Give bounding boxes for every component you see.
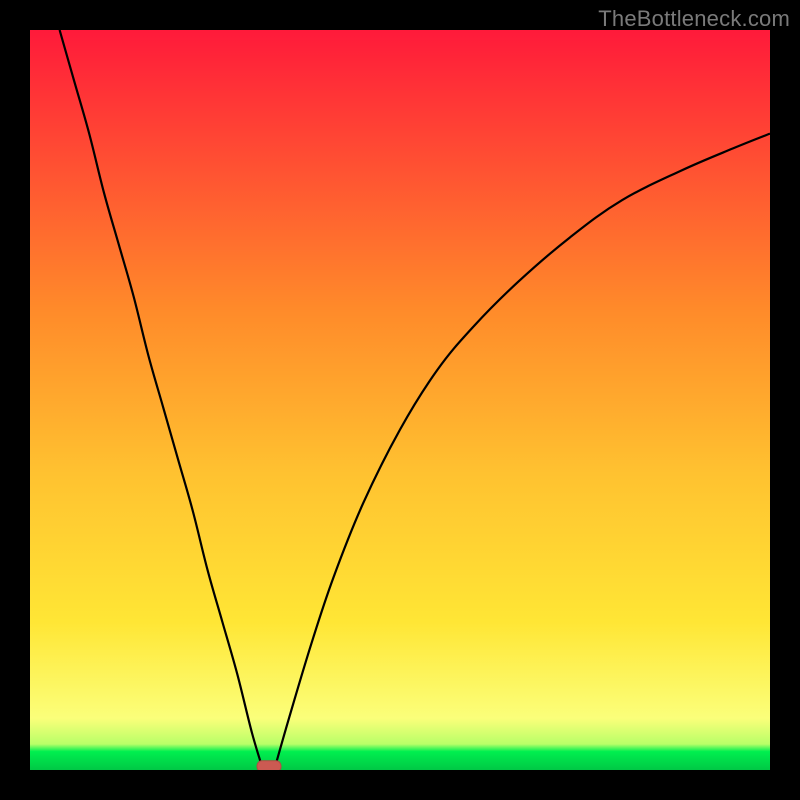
chart-svg: [30, 30, 770, 770]
chart-frame: TheBottleneck.com: [0, 0, 800, 800]
watermark-text: TheBottleneck.com: [598, 6, 790, 32]
plot-area: [30, 30, 770, 770]
minimum-marker: [257, 761, 281, 770]
gradient-background: [30, 30, 770, 770]
